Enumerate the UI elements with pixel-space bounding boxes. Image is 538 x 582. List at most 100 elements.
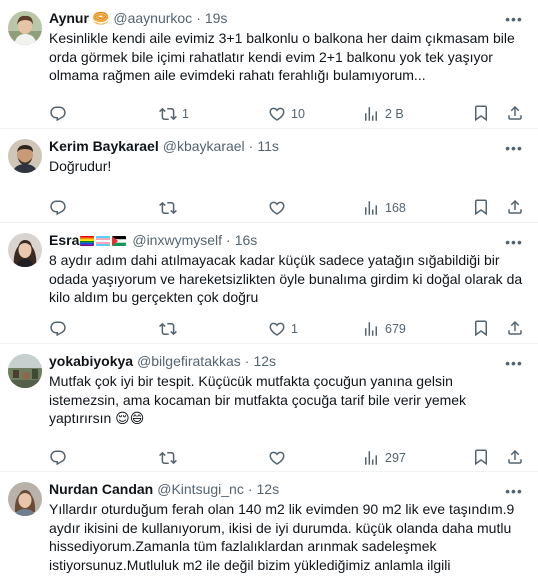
transgender-flag-icon bbox=[96, 236, 111, 247]
view-count: 297 bbox=[385, 451, 406, 465]
separator-dot: · bbox=[226, 232, 231, 248]
tweet-header: Aynur 🥯 @aaynurkoc · 19s bbox=[49, 8, 524, 28]
user-name[interactable]: yokabiyokya bbox=[49, 353, 133, 369]
retweet-count: 1 bbox=[182, 107, 189, 121]
tweet-extra-actions bbox=[456, 448, 524, 466]
timestamp[interactable]: 12s bbox=[257, 481, 280, 497]
user-name[interactable]: Aynur bbox=[49, 10, 89, 26]
tweet[interactable]: yokabiyokya @bilgefiratakkas · 12s Mutfa… bbox=[0, 344, 538, 472]
reply-button[interactable] bbox=[49, 104, 72, 124]
view-count: 679 bbox=[385, 322, 406, 336]
bookmark-icon[interactable] bbox=[472, 104, 490, 122]
rainbow-flag-icon bbox=[80, 236, 95, 247]
bookmark-icon[interactable] bbox=[472, 198, 490, 216]
avatar[interactable] bbox=[8, 482, 42, 516]
like-count: 10 bbox=[291, 107, 305, 121]
more-icon[interactable]: ••• bbox=[504, 9, 524, 29]
bagel-emoji: 🥯 bbox=[91, 9, 110, 26]
tweet[interactable]: Nurdan Candan @Kintsugi_nc · 12s Yıllard… bbox=[0, 472, 538, 582]
bookmark-icon[interactable] bbox=[472, 448, 490, 466]
like-icon bbox=[268, 105, 286, 123]
share-icon[interactable] bbox=[506, 198, 524, 216]
tweet[interactable]: Esra @inxwymyself · 16s 8 aydır adım dah… bbox=[0, 223, 538, 344]
tweet-actions: 168 bbox=[49, 198, 409, 218]
views-icon bbox=[362, 449, 380, 467]
tweet-extra-actions bbox=[456, 198, 524, 216]
more-icon[interactable]: ••• bbox=[504, 138, 524, 158]
reply-icon bbox=[49, 199, 67, 217]
tweet-text: Kesinlikle kendi aile evimiz 3+1 balkonl… bbox=[49, 30, 515, 83]
flag-emojis bbox=[80, 232, 128, 248]
separator-dot: · bbox=[247, 481, 253, 497]
reply-button[interactable] bbox=[49, 448, 72, 468]
retweet-icon bbox=[159, 199, 177, 217]
timestamp[interactable]: 11s bbox=[257, 138, 279, 154]
tweet-text: Mutfak çok iyi bir tespit. Küçücük mutfa… bbox=[49, 373, 467, 426]
like-icon bbox=[268, 449, 286, 467]
separator-dot: · bbox=[244, 353, 250, 369]
tweet-actions: 297 bbox=[49, 448, 409, 468]
share-icon[interactable] bbox=[506, 319, 524, 337]
user-handle[interactable]: @aaynurkoc bbox=[113, 10, 192, 26]
tweet[interactable]: Kerim Baykarael @kbaykarael · 11s Doğrud… bbox=[0, 129, 538, 223]
avatar[interactable] bbox=[8, 11, 42, 45]
like-icon bbox=[268, 199, 286, 217]
like-button[interactable] bbox=[268, 198, 291, 218]
views-icon bbox=[362, 320, 380, 338]
retweet-button[interactable]: 1 bbox=[159, 104, 189, 124]
user-name[interactable]: Esra bbox=[49, 232, 79, 248]
like-icon bbox=[268, 320, 286, 338]
tweet-actions: 1 10 2 B bbox=[49, 104, 409, 124]
reply-button[interactable] bbox=[49, 319, 72, 339]
tweet-header: Kerim Baykarael @kbaykarael · 11s bbox=[49, 136, 524, 156]
like-button[interactable] bbox=[268, 448, 291, 468]
reply-icon bbox=[49, 449, 67, 467]
retweet-icon bbox=[159, 105, 177, 123]
avatar[interactable] bbox=[8, 139, 42, 173]
views-icon bbox=[362, 199, 380, 217]
tweet-text: Yıllardır oturduğum ferah olan 140 m2 li… bbox=[49, 501, 515, 573]
palestine-flag-icon bbox=[112, 236, 127, 247]
bookmark-icon[interactable] bbox=[472, 319, 490, 337]
tweet[interactable]: Aynur 🥯 @aaynurkoc · 19s Kesinlikle kend… bbox=[0, 0, 538, 129]
tweet-actions: 1 679 bbox=[49, 319, 409, 339]
tweet-body: Aynur 🥯 @aaynurkoc · 19s Kesinlikle kend… bbox=[49, 8, 524, 85]
like-button[interactable]: 10 bbox=[268, 104, 305, 124]
reply-icon bbox=[49, 105, 67, 123]
reply-button[interactable] bbox=[49, 198, 72, 218]
more-icon[interactable]: ••• bbox=[504, 232, 524, 252]
views-button[interactable]: 2 B bbox=[362, 104, 404, 124]
user-name[interactable]: Kerim Baykarael bbox=[49, 138, 159, 154]
timestamp[interactable]: 19s bbox=[205, 10, 228, 26]
like-button[interactable]: 1 bbox=[268, 319, 298, 339]
share-icon[interactable] bbox=[506, 104, 524, 122]
separator-dot: · bbox=[248, 138, 254, 154]
tweet-text: Doğrudur! bbox=[49, 158, 112, 174]
retweet-button[interactable] bbox=[159, 198, 182, 218]
tweet-body: Nurdan Candan @Kintsugi_nc · 12s Yıllard… bbox=[49, 479, 524, 574]
user-handle[interactable]: @bilgefiratakkas bbox=[137, 353, 241, 369]
views-button[interactable]: 297 bbox=[362, 448, 406, 468]
user-name[interactable]: Nurdan Candan bbox=[49, 481, 153, 497]
views-button[interactable]: 168 bbox=[362, 198, 406, 218]
more-icon[interactable]: ••• bbox=[504, 481, 524, 501]
view-count: 168 bbox=[385, 201, 406, 215]
timestamp[interactable]: 12s bbox=[253, 353, 276, 369]
user-handle[interactable]: @kbaykarael bbox=[163, 138, 245, 154]
more-icon[interactable]: ••• bbox=[504, 353, 524, 373]
reply-icon bbox=[49, 320, 67, 338]
retweet-button[interactable] bbox=[159, 319, 182, 339]
views-button[interactable]: 679 bbox=[362, 319, 406, 339]
timeline-feed: Aynur 🥯 @aaynurkoc · 19s Kesinlikle kend… bbox=[0, 0, 538, 582]
user-handle[interactable]: @inxwymyself bbox=[132, 232, 222, 248]
avatar[interactable] bbox=[8, 354, 42, 388]
avatar[interactable] bbox=[8, 233, 42, 267]
timestamp[interactable]: 16s bbox=[235, 232, 258, 248]
retweet-button[interactable] bbox=[159, 448, 182, 468]
tweet-extra-actions bbox=[456, 104, 524, 122]
tweet-header: yokabiyokya @bilgefiratakkas · 12s bbox=[49, 351, 524, 371]
tweet-header: Nurdan Candan @Kintsugi_nc · 12s bbox=[49, 479, 524, 499]
user-handle[interactable]: @Kintsugi_nc bbox=[157, 481, 244, 497]
share-icon[interactable] bbox=[506, 448, 524, 466]
tweet-body: Esra @inxwymyself · 16s 8 aydır adım dah… bbox=[49, 230, 524, 307]
